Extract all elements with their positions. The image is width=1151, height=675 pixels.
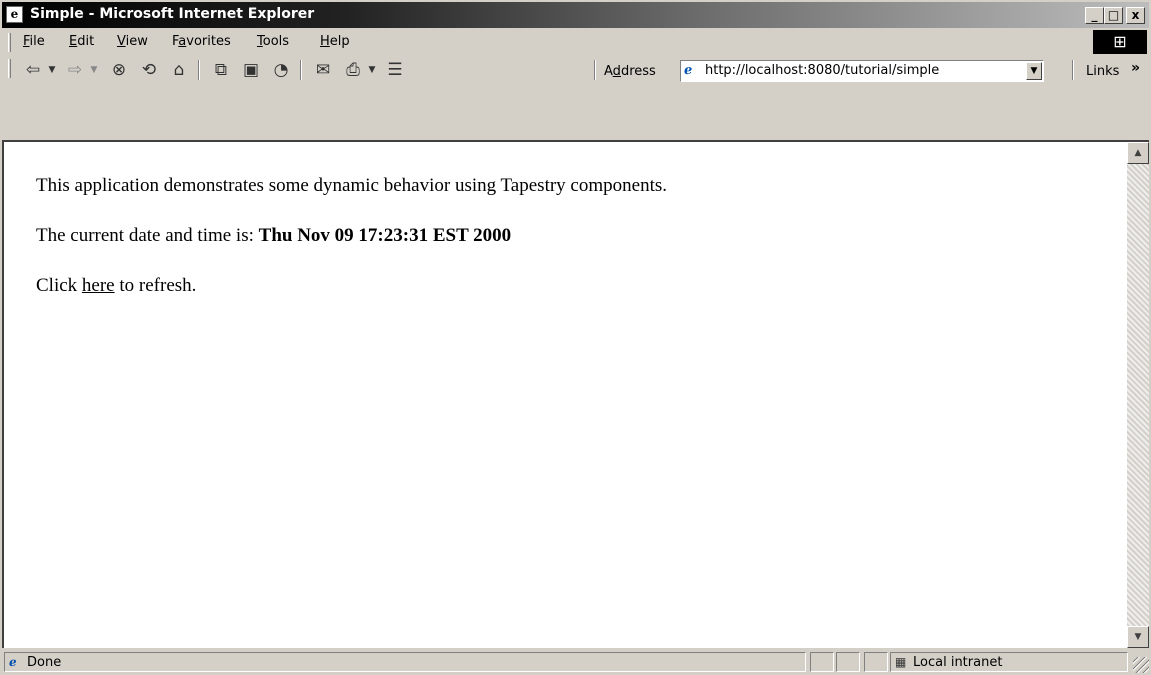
date-value: Thu Nov 09 17:23:31 EST 2000 — [258, 225, 512, 246]
intro-text: This application demonstrates some dynam… — [36, 175, 667, 196]
title-bar[interactable]: e Simple - Microsoft Internet Explorer _… — [2, 2, 1149, 28]
ie-page-icon: ℯ — [684, 63, 693, 78]
forward-dropdown-icon[interactable]: ▼ — [88, 59, 100, 81]
menu-file[interactable]: File — [23, 34, 45, 49]
home-icon[interactable]: ⌂ — [166, 59, 192, 81]
menu-grip[interactable] — [8, 33, 11, 52]
address-label: Address — [604, 64, 656, 79]
vertical-scrollbar[interactable]: ▲ ▼ — [1127, 142, 1149, 648]
ie-page-icon: ℯ — [9, 655, 17, 669]
status-bar: ℯ Done ▦ Local intranet — [2, 650, 1149, 673]
status-text: Done — [27, 655, 62, 670]
intranet-zone-icon: ▦ — [895, 655, 907, 669]
toolbar-grip[interactable] — [8, 59, 11, 78]
toolbar-separator — [1072, 60, 1074, 80]
minimize-button[interactable]: _ — [1085, 7, 1104, 24]
refresh-icon[interactable]: ⟲ — [136, 59, 162, 81]
date-label: The current date and time is: — [36, 225, 259, 246]
status-main-panel: ℯ Done — [4, 652, 806, 672]
maximize-button[interactable]: □ — [1104, 7, 1123, 24]
click-suffix: to refresh. — [114, 275, 197, 296]
close-button[interactable]: x — [1126, 7, 1145, 24]
forward-arrow-icon[interactable]: ⇨ — [62, 59, 88, 81]
menu-tools[interactable]: Tools — [257, 34, 289, 49]
browser-window: e Simple - Microsoft Internet Explorer _… — [0, 0, 1151, 675]
history-icon[interactable]: ◔ — [268, 59, 294, 81]
windows-logo-icon: ⊞ — [1093, 30, 1147, 54]
favorites-icon[interactable]: ▣ — [238, 59, 264, 81]
ie-logo-icon[interactable]: e — [6, 6, 23, 23]
address-bar[interactable]: ℯ http://localhost:8080/tutorial/simple … — [680, 60, 1044, 82]
menu-edit[interactable]: Edit — [69, 34, 94, 49]
links-label[interactable]: Links — [1086, 64, 1119, 79]
toolbar-separator — [198, 60, 200, 80]
print-icon[interactable]: ⎙ — [340, 59, 366, 81]
page-viewport: This application demonstrates some dynam… — [2, 140, 1149, 648]
status-panel-empty — [810, 652, 834, 672]
page-body: This application demonstrates some dynam… — [36, 174, 1096, 324]
status-panel-empty — [836, 652, 860, 672]
address-dropdown-button[interactable]: ▼ — [1026, 62, 1042, 80]
resize-grip-icon[interactable] — [1133, 657, 1149, 673]
click-prefix: Click — [36, 275, 82, 296]
search-icon[interactable]: ⧉ — [208, 59, 234, 81]
status-panel-empty — [864, 652, 888, 672]
print-dropdown-icon[interactable]: ▼ — [366, 59, 378, 81]
scroll-down-button[interactable]: ▼ — [1127, 626, 1149, 648]
refresh-link[interactable]: here — [82, 275, 115, 296]
stop-icon[interactable]: ⊗ — [106, 59, 132, 81]
back-dropdown-icon[interactable]: ▼ — [46, 59, 58, 81]
status-zone-panel: ▦ Local intranet — [890, 652, 1128, 672]
date-paragraph: The current date and time is: Thu Nov 09… — [36, 224, 1096, 248]
menu-view[interactable]: View — [117, 34, 148, 49]
back-arrow-icon[interactable]: ⇦ — [20, 59, 46, 81]
scroll-up-button[interactable]: ▲ — [1127, 142, 1149, 164]
zone-text: Local intranet — [913, 655, 1003, 670]
edit-page-icon[interactable]: ☰ — [382, 59, 408, 81]
refresh-paragraph: Click here to refresh. — [36, 274, 1096, 298]
menu-help[interactable]: Help — [320, 34, 350, 49]
window-title: Simple - Microsoft Internet Explorer — [30, 6, 315, 22]
menu-favorites[interactable]: Favorites — [172, 34, 231, 49]
mail-icon[interactable]: ✉ — [310, 59, 336, 81]
standard-toolbar: ⇦ ▼ ⇨ ▼ ⊗ ⟲ ⌂ ⧉ ▣ ◔ ✉ ⎙ ▼ ☰ Address ℯ ht… — [2, 56, 1149, 84]
toolbar-separator — [300, 60, 302, 80]
address-input[interactable]: http://localhost:8080/tutorial/simple — [705, 63, 939, 78]
menu-bar: File Edit View Favorites Tools Help ⊞ — [2, 30, 1149, 54]
links-chevron-icon[interactable]: » — [1131, 60, 1140, 76]
toolbar-separator — [594, 60, 596, 80]
